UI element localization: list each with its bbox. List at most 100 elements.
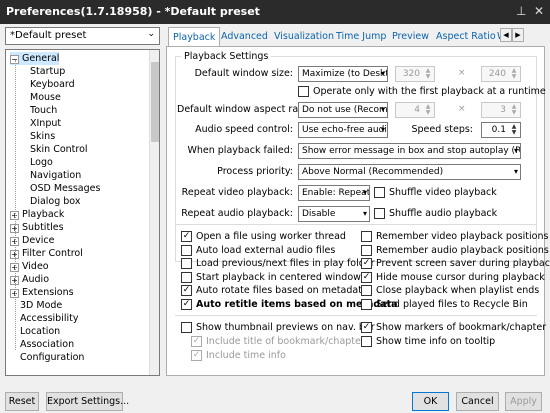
audio-speed-dropdown[interactable]: Use echo-free audi ▾: [298, 122, 388, 138]
option-checkbox[interactable]: Load previous/next files in play folder: [181, 257, 375, 270]
shuffle-audio-checkbox[interactable]: Shuffle audio playback: [374, 207, 497, 220]
checkbox-box[interactable]: [361, 244, 372, 256]
spinner-arrows-icon[interactable]: ▲ ▼: [509, 68, 519, 80]
checkbox-box[interactable]: [361, 231, 372, 242]
tree-item[interactable]: − General: [10, 52, 60, 65]
checkbox-box[interactable]: [298, 86, 309, 97]
tree-item[interactable]: Configuration: [20, 351, 84, 364]
tree-item[interactable]: Association: [20, 338, 74, 351]
tree-item[interactable]: XInput: [30, 117, 61, 130]
tree-item[interactable]: Skin Control: [30, 143, 88, 156]
pin-icon[interactable]: ⊥: [516, 4, 526, 18]
default-window-size-dropdown[interactable]: Maximize (to Deskt ▾: [298, 66, 388, 82]
checkbox-box[interactable]: [361, 298, 372, 310]
option-checkbox[interactable]: Start playback in centered window: [181, 271, 361, 284]
option-checkbox[interactable]: Close playback when playlist ends: [361, 284, 539, 297]
process-priority-dropdown[interactable]: Above Normal (Recommended) ▾: [298, 164, 521, 180]
tree-scrollbar-thumb[interactable]: [151, 62, 159, 142]
tab-preview[interactable]: Preview: [388, 30, 433, 46]
tree-item[interactable]: Startup: [30, 65, 65, 78]
include-time-checkbox[interactable]: ✓ Include time info: [191, 349, 286, 362]
checkbox-box[interactable]: [181, 244, 192, 256]
tab-visualization[interactable]: Visualization: [270, 30, 338, 46]
apply-button[interactable]: Apply: [505, 392, 542, 411]
tree-item[interactable]: + Extensions: [10, 286, 74, 299]
option-checkbox[interactable]: Send played files to Recycle Bin: [361, 298, 528, 311]
preset-dropdown[interactable]: *Default preset ⌄: [5, 27, 160, 45]
repeat-video-dropdown[interactable]: Enable: Repeat ▾: [298, 185, 370, 201]
aspect-ratio-dropdown[interactable]: Do not use (Recom ▾: [298, 102, 388, 118]
tab-playback[interactable]: Playback: [168, 27, 221, 47]
tree-item[interactable]: Keyboard: [30, 78, 75, 91]
tab-scroll-left-button[interactable]: ◀: [500, 28, 512, 42]
window-width-spinner[interactable]: 320 ▲ ▼: [395, 66, 435, 82]
checkbox-box[interactable]: ✓: [191, 336, 202, 347]
tree-item-label: Extensions: [22, 287, 74, 298]
include-title-checkbox[interactable]: ✓ Include title of bookmark/chapter: [191, 335, 365, 348]
checkbox-box[interactable]: ✓: [361, 322, 372, 333]
reset-button[interactable]: Reset: [5, 392, 39, 411]
repeat-audio-dropdown[interactable]: Disable ▾: [298, 206, 370, 222]
tree-item[interactable]: + Filter Control: [10, 247, 83, 260]
window-height-spinner[interactable]: 240 ▲ ▼: [481, 66, 521, 82]
checkbox-box[interactable]: [181, 271, 192, 283]
tree-item[interactable]: Logo: [30, 156, 53, 169]
close-icon[interactable]: ✕: [534, 4, 544, 18]
spinner-arrows-icon[interactable]: ▲ ▼: [423, 68, 433, 80]
checkbox-box[interactable]: ✓: [181, 285, 192, 296]
tab-advanced[interactable]: Advanced: [217, 30, 272, 46]
tree-item[interactable]: + Device: [10, 234, 55, 247]
tree-item[interactable]: Skins: [30, 130, 55, 143]
speed-steps-spinner[interactable]: 0.1 ▲ ▼: [481, 122, 521, 138]
show-markers-checkbox[interactable]: ✓ Show markers of bookmark/chapter: [361, 321, 546, 334]
tree-item[interactable]: Accessibility: [20, 312, 78, 325]
checkbox-box[interactable]: [361, 285, 372, 296]
checkbox-box[interactable]: [374, 208, 385, 219]
checkbox-box[interactable]: ✓: [361, 271, 372, 283]
playback-failed-dropdown[interactable]: Show error message in box and stop autop…: [298, 143, 521, 159]
checkbox-box[interactable]: ✓: [191, 350, 202, 361]
checkbox-box[interactable]: ✓: [181, 231, 192, 242]
tree-scrollbar[interactable]: [149, 50, 159, 375]
spinner-arrows-icon[interactable]: ▲ ▼: [509, 124, 519, 136]
tree-item[interactable]: Location: [20, 325, 60, 338]
option-checkbox[interactable]: ✓ Prevent screen saver during playback: [361, 257, 550, 270]
tree-item[interactable]: Touch: [30, 104, 57, 117]
tree-item[interactable]: Dialog box: [30, 195, 80, 208]
separator: [175, 315, 537, 316]
export-settings-button[interactable]: Export Settings...: [46, 392, 129, 411]
show-thumbnail-checkbox[interactable]: Show thumbnail previews on nav. bar: [181, 321, 375, 334]
checkbox-box[interactable]: [361, 336, 372, 347]
checkbox-box[interactable]: ✓: [181, 298, 192, 310]
spinner-arrows-icon[interactable]: ▲ ▼: [509, 104, 519, 116]
tree-item[interactable]: Mouse: [30, 91, 61, 104]
first-playback-only-checkbox[interactable]: Operate only with the first playback at …: [298, 85, 546, 98]
option-checkbox[interactable]: ✓ Hide mouse cursor during playback: [361, 271, 545, 284]
tree-item[interactable]: + Playback: [10, 208, 64, 221]
tree-item[interactable]: Navigation: [30, 169, 81, 182]
checkbox-box[interactable]: [181, 258, 192, 269]
aspect-width-spinner[interactable]: 4 ▲ ▼: [395, 102, 435, 118]
separator: [175, 224, 537, 225]
option-checkbox[interactable]: Remember audio playback positions: [361, 244, 549, 257]
option-checkbox[interactable]: Auto load external audio files: [181, 244, 335, 257]
tab-scroll-right-button[interactable]: ▶: [512, 28, 524, 42]
tree-item[interactable]: 3D Mode: [20, 299, 62, 312]
checkbox-box[interactable]: [374, 187, 385, 198]
show-time-tooltip-checkbox[interactable]: Show time info on tooltip: [361, 335, 495, 348]
tree-item[interactable]: OSD Messages: [30, 182, 100, 195]
preset-value: *Default preset: [10, 30, 87, 41]
cancel-button[interactable]: Cancel: [456, 392, 499, 411]
tab-aspect-ratio[interactable]: Aspect Ratio: [432, 30, 500, 46]
aspect-height-spinner[interactable]: 3 ▲ ▼: [481, 102, 521, 118]
option-checkbox[interactable]: ✓ Open a file using worker thread: [181, 230, 346, 243]
shuffle-video-checkbox[interactable]: Shuffle video playback: [374, 186, 497, 199]
checkbox-box[interactable]: ✓: [361, 258, 372, 269]
spinner-arrows-icon[interactable]: ▲ ▼: [423, 104, 433, 116]
ok-button[interactable]: OK: [412, 392, 449, 411]
option-checkbox[interactable]: Remember video playback positions: [361, 230, 548, 243]
option-checkbox[interactable]: ✓ Auto rotate files based on metadata: [181, 284, 368, 297]
checkbox-box[interactable]: [181, 322, 192, 333]
tree-item[interactable]: + Subtitles: [10, 221, 64, 234]
tab-time-jump[interactable]: Time Jump: [332, 30, 390, 46]
